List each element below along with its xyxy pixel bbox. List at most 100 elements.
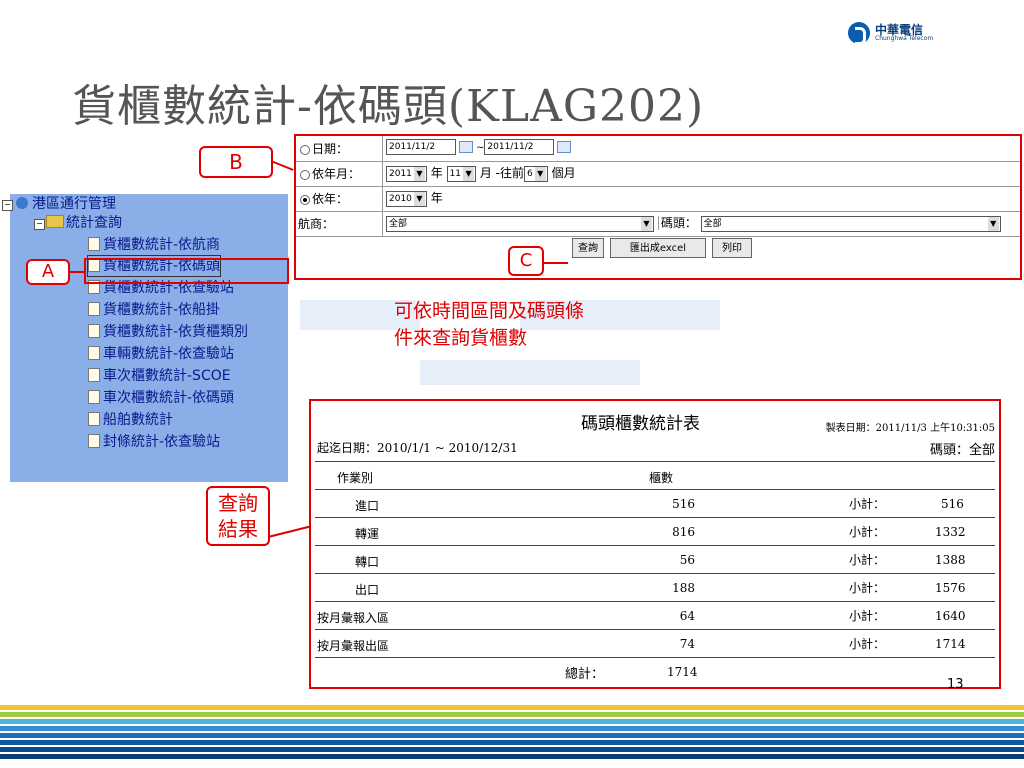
wharf-select[interactable]: 全部 (700, 215, 1001, 232)
tree-item-label: 封條統計-依查驗站 (103, 434, 221, 450)
tree-item[interactable]: 貨櫃數統計-依船掛 (88, 300, 220, 320)
footer-stripes (0, 705, 1024, 768)
export-excel-button[interactable]: 匯出成excel (610, 238, 706, 258)
year-select[interactable]: 2011 (386, 165, 427, 182)
row-type: 出口 (355, 583, 380, 597)
date-to-input[interactable]: 2011/11/2 (484, 139, 555, 155)
logo-icon (848, 22, 870, 45)
tree-item[interactable]: 貨櫃數統計-依航商 (88, 235, 220, 255)
month-unit: 月 -往前 (479, 166, 525, 180)
tree-item[interactable]: 封條統計-依查驗站 (88, 432, 220, 452)
callout-c: C (508, 246, 544, 276)
highlight-box (84, 258, 289, 284)
callout-a-pointer (68, 271, 86, 273)
tree-root-label: 港區通行管理 (32, 196, 116, 212)
col-count-header: 櫃數 (649, 471, 674, 485)
year-label: 依年： (312, 192, 349, 206)
row-sub-label: 小計： (849, 637, 886, 651)
divider (315, 629, 995, 630)
callout-c-label: C (519, 250, 533, 271)
tree-item-label: 船舶數統計 (103, 412, 173, 428)
row-count: 56 (679, 553, 695, 567)
total-label: 總計： (565, 667, 605, 682)
row-type: 按月彙報出區 (317, 639, 390, 653)
document-icon (88, 346, 100, 360)
document-icon (88, 324, 100, 338)
collapse-icon[interactable]: − (34, 219, 45, 230)
row-sub-label: 小計： (849, 581, 886, 595)
row-sub-label: 小計： (849, 553, 886, 567)
date-from-input[interactable]: 2011/11/2 (386, 139, 456, 155)
query-button[interactable]: 查詢 (572, 238, 604, 258)
document-icon (88, 368, 100, 382)
document-icon (88, 390, 100, 404)
callout-b: B (199, 146, 273, 178)
year-month-option[interactable]: 依年月： (300, 165, 360, 182)
row-type: 轉口 (355, 555, 380, 569)
watermark-shape (420, 360, 640, 385)
print-button[interactable]: 列印 (712, 238, 752, 258)
row-sub: 1388 (935, 553, 966, 567)
tree-item-label: 貨櫃數統計-依貨櫃類別 (103, 324, 249, 340)
divider (315, 517, 995, 518)
date-row: 日期： 2011/11/2 ~2011/11/2 (296, 136, 1020, 162)
tree-item-label: 貨櫃數統計-依航商 (103, 237, 221, 253)
year-cell: 2010 年 (382, 186, 443, 211)
page-number: 13 (947, 677, 964, 692)
document-icon (88, 412, 100, 426)
row-sub: 1576 (935, 581, 966, 595)
callout-result-line2: 結果 (218, 517, 258, 541)
year-month-cell: 2011 年 11 月 -往前6 個月 (382, 161, 576, 186)
row-type: 進口 (355, 499, 380, 513)
back-months-unit: 個月 (551, 166, 576, 180)
carrier-row: 航商： 全部 碼頭： 全部 (296, 211, 1020, 237)
logo-en-text: Chunghwa Telecom (875, 35, 934, 42)
carrier-select[interactable]: 全部 (386, 215, 654, 232)
divider (315, 545, 995, 546)
document-icon (88, 434, 100, 448)
row-sub-label: 小計： (849, 497, 886, 511)
radio-year[interactable] (300, 194, 310, 205)
report-wharf: 碼頭：全部 (929, 443, 995, 458)
calendar-icon[interactable] (557, 141, 572, 153)
report-range: 起迄日期：2010/1/1 ~ 2010/12/31 (317, 441, 518, 455)
back-months-select[interactable]: 6 (524, 165, 548, 182)
month-select[interactable]: 11 (446, 165, 477, 182)
tree-folder[interactable]: 統計查詢 (46, 213, 122, 233)
document-icon (88, 237, 100, 251)
year-option[interactable]: 依年： (300, 190, 348, 207)
radio-date[interactable] (300, 144, 310, 155)
query-form: 日期： 2011/11/2~2011/11/2 依年月： 2011 年 11 月… (294, 134, 1022, 280)
tree-item-label: 貨櫃數統計-依船掛 (103, 302, 221, 318)
row-sub: 1714 (935, 637, 966, 651)
date-option[interactable]: 日期： (300, 140, 348, 157)
wharf-label: 碼頭： (657, 216, 697, 230)
callout-b-pointer (270, 160, 294, 171)
year-unit: 年 (430, 166, 443, 180)
collapse-icon[interactable]: − (2, 200, 13, 211)
year-only-select[interactable]: 2010 (386, 190, 427, 207)
report-title: 碼頭櫃數統計表 (581, 414, 700, 434)
tree-root[interactable]: 港區通行管理 (16, 194, 116, 214)
radio-year-month[interactable] (300, 169, 310, 180)
divider (315, 601, 995, 602)
total-value: 1714 (667, 665, 698, 679)
row-count: 74 (679, 637, 695, 651)
carrier-label: 航商： (298, 217, 335, 231)
report-made-date: 製表日期：2011/11/3 上午10:31:05 (825, 423, 995, 434)
note-line2: 件來查詢貨櫃數 (394, 327, 528, 349)
tree-item[interactable]: 車輛數統計-依查驗站 (88, 344, 234, 364)
divider (315, 657, 995, 658)
divider (315, 461, 995, 462)
callout-result-pointer (267, 525, 311, 538)
slide-title: 貨櫃數統計-依碼頭(KLAG202) (72, 81, 705, 132)
description-note: 可依時間區間及碼頭條 件來查詢貨櫃數 (394, 298, 654, 352)
tree-item[interactable]: 貨櫃數統計-依貨櫃類別 (88, 322, 248, 342)
tree-item[interactable]: 車次櫃數統計-SCOE (88, 366, 231, 386)
tree-item[interactable]: 車次櫃數統計-依碼頭 (88, 388, 234, 408)
date-separator: ~ (476, 142, 485, 154)
tree-item[interactable]: 船舶數統計 (88, 410, 173, 430)
row-sub-label: 小計： (849, 609, 886, 623)
calendar-icon[interactable] (459, 141, 473, 153)
callout-result: 查詢 結果 (206, 486, 270, 546)
